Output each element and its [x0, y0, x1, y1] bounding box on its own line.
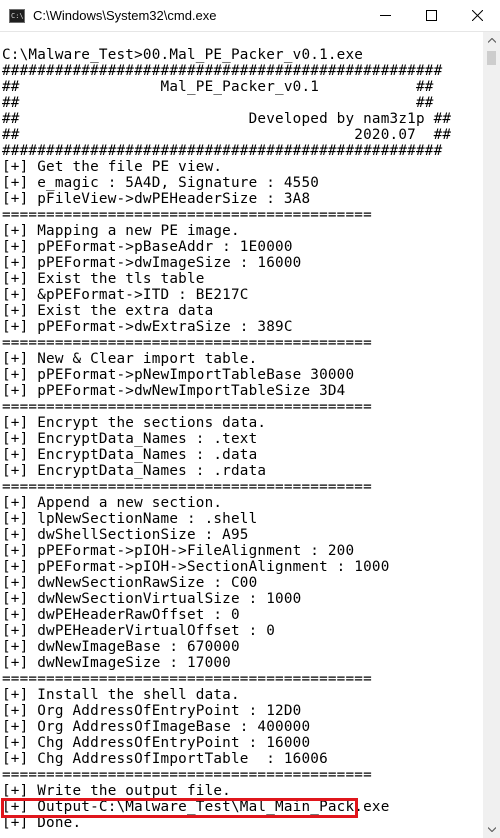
console-line: [+] Org AddressOfEntryPoint : 12D0: [2, 703, 302, 719]
console-line: ========================================…: [2, 479, 372, 495]
console-line: [+] dwNewSectionVirtualSize : 1000: [2, 591, 302, 607]
console-line: ========================================…: [2, 671, 372, 687]
console-line: [+] pPEFormat->pBaseAddr : 1E0000: [2, 239, 293, 255]
console-line: [+] Encrypt the sections data.: [2, 415, 267, 431]
console-line: [+] Exist the extra data: [2, 303, 214, 319]
console-line: C:\Malware_Test>00.Mal_PE_Packer_v0.1.ex…: [2, 47, 364, 63]
console-line: [+] dwNewImageBase : 670000: [2, 639, 240, 655]
minimize-button[interactable]: [362, 0, 408, 32]
console-line: [+] lpNewSectionName : .shell: [2, 511, 258, 527]
scroll-down-button[interactable]: [483, 821, 500, 838]
chevron-up-icon: [487, 38, 496, 43]
console-line: ## Mal_PE_Packer_v0.1 ##: [2, 79, 434, 95]
console-line: [+] pPEFormat->pIOH->SectionAlignment : …: [2, 559, 390, 575]
console-line: ========================================…: [2, 767, 372, 783]
console-line: [+] Write the output file.: [2, 783, 231, 799]
console-line: [+] dwPEHeaderVirtualOffset : 0: [2, 623, 276, 639]
console-line: [+] &pPEFormat->ITD : BE217C: [2, 287, 249, 303]
console-line: [+] Chg AddressOfImportTable : 16006: [2, 751, 328, 767]
window-title: C:\Windows\System32\cmd.exe: [33, 8, 217, 23]
console-line: ========================================…: [2, 399, 372, 415]
close-icon: [471, 10, 483, 21]
console-line: [+] pPEFormat->dwImageSize : 16000: [2, 255, 302, 271]
console-line: [+] Get the file PE view.: [2, 159, 223, 175]
console-line: [+] EncryptData_Names : .data: [2, 447, 258, 463]
console-line: [+] pPEFormat->pNewImportTableBase 30000: [2, 367, 355, 383]
console-line: [+] EncryptData_Names : .text: [2, 431, 258, 447]
vertical-scrollbar[interactable]: [483, 32, 500, 838]
output-path-highlight-box: [1, 798, 358, 818]
console-line: ########################################…: [2, 143, 443, 159]
console-line: [+] Mapping a new PE image.: [2, 223, 240, 239]
console-line: [+] e_magic : 5A4D, Signature : 4550: [2, 175, 320, 191]
chevron-down-icon: [487, 827, 496, 832]
console-line: [+] EncryptData_Names : .rdata: [2, 463, 267, 479]
close-button[interactable]: [454, 0, 500, 32]
console-line: ========================================…: [2, 207, 372, 223]
console-line: [+] Chg AddressOfEntryPoint : 16000: [2, 735, 311, 751]
console-line: [+] Append a new section.: [2, 495, 223, 511]
cmd-app-icon: C:\: [9, 8, 25, 23]
maximize-button[interactable]: [408, 0, 454, 32]
console-line: ########################################…: [2, 63, 443, 79]
console-line: ## ##: [2, 95, 434, 111]
maximize-icon: [425, 10, 437, 21]
console-line: [+] dwNewImageSize : 17000: [2, 655, 231, 671]
console-line: ## Developed by nam3z1p ##: [2, 111, 452, 127]
scroll-up-button[interactable]: [483, 32, 500, 49]
console-line: ## 2020.07 ##: [2, 127, 452, 143]
minimize-icon: [379, 15, 391, 16]
console-line: ========================================…: [2, 335, 372, 351]
console-line: [+] pPEFormat->pIOH->FileAlignment : 200: [2, 543, 355, 559]
console-line: [+] dwShellSectionSize : A95: [2, 527, 249, 543]
scroll-thumb[interactable]: [487, 51, 496, 65]
console-line: [+] Install the shell data.: [2, 687, 240, 703]
console-line: [+] pPEFormat->dwExtraSize : 389C: [2, 319, 293, 335]
console-line: [+] dwPEHeaderRawOffset : 0: [2, 607, 240, 623]
console-line: [+] pFileView->dwPEHeaderSize : 3A8: [2, 191, 311, 207]
console-line: [+] Org AddressOfImageBase : 400000: [2, 719, 311, 735]
console-line: [+] pPEFormat->dwNewImportTableSize 3D4: [2, 383, 346, 399]
console-line: [+] dwNewSectionRawSize : C00: [2, 575, 258, 591]
title-bar[interactable]: C:\ C:\Windows\System32\cmd.exe: [0, 0, 500, 32]
console-line: [+] Exist the tls table: [2, 271, 205, 287]
console-output[interactable]: C:\Malware_Test>00.Mal_PE_Packer_v0.1.ex…: [0, 32, 483, 838]
console-line: [+] New & Clear import table.: [2, 351, 258, 367]
